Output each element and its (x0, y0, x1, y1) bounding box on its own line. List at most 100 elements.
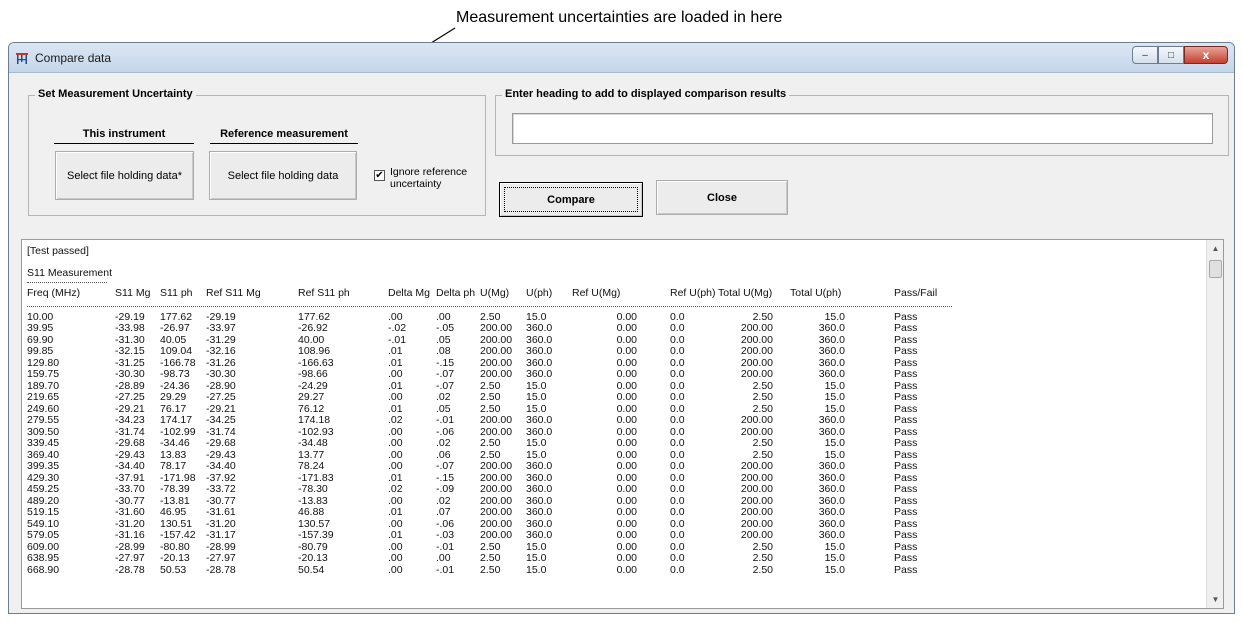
cell-delta-mg: -.02 (388, 322, 407, 334)
cell-delta-ph: .07 (436, 506, 451, 518)
cell-s11-mg: -33.98 (115, 322, 145, 334)
cell-u-ph: 360.0 (526, 506, 553, 518)
cell-delta-mg: .00 (388, 552, 403, 564)
uncertainty-group: Set Measurement Uncertainty This instrum… (28, 88, 486, 216)
cell-total-u-ph: 360.0 (818, 529, 845, 541)
cell-ref-s11-mg: -30.30 (206, 368, 236, 380)
results-scrollbar[interactable]: ▲ ▼ (1206, 240, 1223, 608)
title-bar[interactable]: Compare data – □ x (9, 43, 1234, 73)
cell-u-mg: 2.50 (480, 391, 501, 403)
select-instrument-file-button[interactable]: Select file holding data* (55, 151, 194, 200)
cell-u-mg: 200.00 (480, 529, 513, 541)
scroll-thumb[interactable] (1209, 260, 1222, 278)
scroll-down-icon[interactable]: ▼ (1207, 591, 1223, 608)
table-row: 339.45 -29.68 -34.46 -29.68 -34.48 .00 .02 2.50… (27, 437, 1203, 450)
cell-pass-fail: Pass (894, 437, 918, 449)
results-content: [Test passed] S11 Measurement Freq (MHz)… (27, 245, 1203, 576)
maximize-button[interactable]: □ (1158, 46, 1184, 64)
column-header-pass-fail: Pass/Fail (894, 287, 938, 299)
cell-ref-u-ph: 0.0 (670, 322, 685, 334)
cell-s11-mg: -31.60 (115, 506, 145, 518)
cell-total-u-mg: 2.50 (752, 552, 773, 564)
close-button[interactable]: Close (656, 180, 788, 215)
cell-total-u-mg: 200.00 (740, 368, 773, 380)
reference-measurement-rule (210, 143, 358, 144)
compare-data-window: Compare data – □ x Set Measurement Uncer… (8, 42, 1235, 614)
cell-freq: 459.25 (27, 483, 60, 495)
cell-freq: 219.65 (27, 391, 60, 403)
cell-delta-mg: .02 (388, 483, 403, 495)
cell-s11-ph: 50.53 (160, 563, 187, 576)
cell-ref-s11-mg: -28.78 (206, 563, 236, 576)
table-body: 10.00 -29.19 177.62 -29.19 177.62.00.00 2.50 1… (27, 311, 1203, 577)
column-header-ref-u-ph: Ref U(ph) (670, 287, 716, 299)
cell-delta-mg: .01 (388, 506, 403, 518)
cell-pass-fail: Pass (894, 345, 918, 357)
cell-s11-mg: -27.97 (115, 552, 145, 564)
section-underline (27, 282, 107, 283)
column-header-delta-mg: Delta Mg (388, 287, 431, 299)
cell-u-mg: 200.00 (480, 345, 513, 357)
cell-ref-u-mg: 0.00 (616, 322, 637, 334)
scroll-up-icon[interactable]: ▲ (1207, 240, 1223, 257)
cell-ref-s11-ph: 78.24 (298, 460, 325, 472)
compare-button[interactable]: Compare (499, 182, 643, 217)
cell-ref-s11-ph: 174.18 (298, 414, 331, 426)
cell-ref-s11-mg: -34.25 (206, 414, 236, 426)
cell-delta-ph: .02 (436, 391, 451, 403)
cell-ref-s11-ph: -157.39 (298, 529, 334, 541)
table-row: 69.90 -31.30 40.05 -31.29 40.00 -.01.05 200.00… (27, 334, 1203, 347)
cell-s11-mg: -34.40 (115, 460, 145, 472)
cell-total-u-ph: 360.0 (818, 345, 845, 357)
minimize-button[interactable]: – (1132, 46, 1158, 64)
cell-u-ph: 360.0 (526, 322, 553, 334)
select-reference-file-button[interactable]: Select file holding data (209, 151, 357, 200)
this-instrument-heading: This instrument (82, 128, 166, 140)
cell-s11-mg: -34.23 (115, 414, 145, 426)
cell-ref-u-ph: 0.0 (670, 483, 685, 495)
ignore-reference-checkbox[interactable]: ✔ Ignore reference uncertainty (374, 166, 467, 190)
cell-s11-mg: -31.16 (115, 529, 145, 541)
column-header-u-ph: U(ph) (526, 287, 553, 299)
table-row: 369.40 -29.43 13.83 -29.43 13.77.00.06 2.50 15… (27, 449, 1203, 462)
results-panel[interactable]: [Test passed] S11 Measurement Freq (MHz)… (21, 239, 1224, 609)
cell-pass-fail: Pass (894, 322, 918, 334)
cell-u-ph: 15.0 (526, 552, 547, 564)
cell-s11-ph: 174.17 (160, 414, 193, 426)
ignore-reference-check-box[interactable]: ✔ (374, 170, 385, 181)
cell-ref-u-ph: 0.0 (670, 345, 685, 357)
cell-u-ph: 15.0 (526, 563, 547, 576)
table-row: 549.10 -31.20 130.51 -31.20 130.57.00 -.06 200… (27, 518, 1203, 531)
cell-delta-ph: .08 (436, 345, 451, 357)
cell-u-mg: 2.50 (480, 552, 501, 564)
cell-freq: 519.15 (27, 506, 60, 518)
test-status-line: [Test passed] (27, 245, 89, 257)
cell-s11-mg: -27.25 (115, 391, 145, 403)
cell-ref-u-mg: 0.00 (616, 529, 637, 541)
column-header-total-u-mg: Total U(Mg) (718, 287, 773, 299)
cell-total-u-mg: 2.50 (752, 437, 773, 449)
close-window-button[interactable]: x (1184, 46, 1228, 64)
table-row: 39.95 -33.98 -26.97 -33.97 -26.92 -.02 -.05 200… (27, 322, 1203, 335)
cell-ref-u-ph: 0.0 (670, 529, 685, 541)
cell-freq: 99.85 (27, 345, 54, 357)
cell-ref-s11-ph: -34.48 (298, 437, 328, 449)
cell-total-u-ph: 15.0 (824, 391, 845, 403)
cell-pass-fail: Pass (894, 391, 918, 403)
cell-pass-fail: Pass (894, 414, 918, 426)
cell-ref-s11-mg: -27.97 (206, 552, 236, 564)
cell-s11-ph: 29.29 (160, 391, 187, 403)
heading-input[interactable] (512, 113, 1213, 144)
table-row: 638.95 -27.97 -20.13 -27.97 -20.13 .00 .00 2.50… (27, 552, 1203, 565)
column-header-total-u-ph: Total U(ph) (790, 287, 842, 299)
cell-total-u-ph: 360.0 (818, 322, 845, 334)
table-row: 159.75 -30.30 -98.73 -30.30 -98.66 .00 -.07 200… (27, 368, 1203, 381)
cell-ref-u-ph: 0.0 (670, 552, 685, 564)
cell-ref-u-mg: 0.00 (616, 552, 637, 564)
cell-ref-s11-mg: -31.61 (206, 506, 236, 518)
cell-pass-fail: Pass (894, 460, 918, 472)
uncertainty-group-legend: Set Measurement Uncertainty (35, 88, 196, 100)
cell-s11-ph: -20.13 (160, 552, 190, 564)
table-row: 429.30 -37.91 -171.98 -37.92 -171.83.01 -.15 2… (27, 472, 1203, 485)
cell-s11-ph: 78.17 (160, 460, 187, 472)
